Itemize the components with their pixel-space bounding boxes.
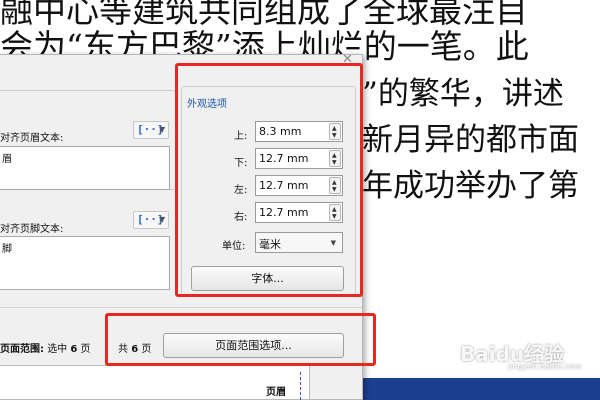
margin-right-spinner[interactable]: 12.7 mm ▲ ▼ xyxy=(255,202,343,223)
spin-up-icon[interactable]: ▲ xyxy=(332,152,337,159)
appearance-options-title: 外观选项 xyxy=(187,99,227,110)
spinner-buttons[interactable]: ▲ ▼ xyxy=(329,204,341,221)
margin-bottom-label: 下: xyxy=(234,158,248,169)
document-text-line: 年成功举办了第 xyxy=(362,168,579,204)
spin-up-icon[interactable]: ▲ xyxy=(332,206,337,213)
spin-up-icon[interactable]: ▲ xyxy=(332,179,337,186)
chevron-down-icon: ▼ xyxy=(330,239,336,247)
document-text-line: 新月异的都市面 xyxy=(362,122,579,158)
preview-header-label: 页眉 xyxy=(266,387,286,398)
footer-text-area[interactable]: 脚 xyxy=(0,236,170,290)
header-align-label: 对齐页眉文本: xyxy=(0,133,64,144)
margin-bottom-spinner[interactable]: 12.7 mm ▲ ▼ xyxy=(255,148,343,169)
spinner-buttons[interactable]: ▲ ▼ xyxy=(329,150,341,167)
total-suffix: 页 xyxy=(141,344,152,355)
font-button[interactable]: 字体... xyxy=(191,266,344,291)
page-total-summary: 共 6 页 xyxy=(118,340,151,355)
chevron-down-icon: ▼ xyxy=(159,215,166,224)
section-divider xyxy=(0,307,362,308)
watermark-subtext: jingyan.baidu.com xyxy=(508,362,582,371)
selected-prefix: 选中 xyxy=(47,344,68,355)
margin-left-value: 12.7 mm xyxy=(259,179,309,192)
preview-margin-guide xyxy=(300,372,301,400)
page-range-label: 页面范围: xyxy=(0,344,44,355)
taskbar-strip xyxy=(362,378,600,400)
footer-text-value: 脚 xyxy=(2,244,12,255)
header-text-area[interactable]: 眉 xyxy=(0,146,170,190)
spin-down-icon[interactable]: ▼ xyxy=(332,132,337,139)
total-prefix: 共 xyxy=(118,344,128,355)
margin-right-value: 12.7 mm xyxy=(259,206,309,219)
margin-bottom-value: 12.7 mm xyxy=(259,152,309,165)
margin-left-spinner[interactable]: 12.7 mm ▲ ▼ xyxy=(255,175,343,196)
margin-top-spinner[interactable]: 8.3 mm ▲ ▼ xyxy=(255,121,343,142)
watermark: Baidu经验 jingyan.baidu.com xyxy=(452,336,600,374)
spinner-buttons[interactable]: ▲ ▼ xyxy=(329,177,341,194)
chevron-down-icon: ▼ xyxy=(159,125,166,134)
document-text-line: ”的繁华，讲述 xyxy=(362,76,564,112)
margin-top-value: 8.3 mm xyxy=(259,125,302,138)
selected-count: 6 xyxy=(70,344,78,355)
unit-select[interactable]: 毫米 ▼ xyxy=(255,232,343,253)
total-count: 6 xyxy=(131,344,139,355)
selected-suffix: 页 xyxy=(80,344,91,355)
page-range-summary: 页面范围: 选中 6 页 xyxy=(0,340,91,355)
margin-top-label: 上: xyxy=(234,131,248,142)
header-insert-field-button[interactable]: [··] ▼ xyxy=(133,121,169,139)
page-range-options-button[interactable]: 页面范围选项... xyxy=(163,333,344,358)
margin-right-label: 右: xyxy=(234,212,248,223)
spinner-buttons[interactable]: ▲ ▼ xyxy=(329,123,341,140)
header-text-value: 眉 xyxy=(2,154,12,165)
footer-align-label: 对齐页脚文本: xyxy=(0,224,64,235)
margin-left-label: 左: xyxy=(234,185,248,196)
unit-label: 单位: xyxy=(222,241,246,252)
footer-insert-field-button[interactable]: [··] ▼ xyxy=(133,211,169,229)
unit-value: 毫米 xyxy=(259,238,281,251)
close-icon[interactable]: ✕ xyxy=(342,53,353,67)
spin-down-icon[interactable]: ▼ xyxy=(332,186,337,193)
header-preview xyxy=(0,365,310,400)
spin-down-icon[interactable]: ▼ xyxy=(332,159,337,166)
spin-down-icon[interactable]: ▼ xyxy=(332,213,337,220)
spin-up-icon[interactable]: ▲ xyxy=(332,125,337,132)
